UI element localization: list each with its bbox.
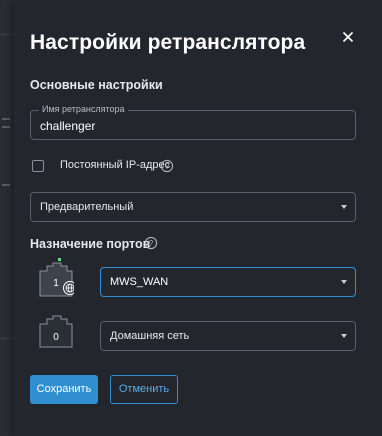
repeater-name-field[interactable]: Имя ретранслятора challenger — [30, 104, 356, 140]
repeater-name-label: Имя ретранслятора — [39, 104, 128, 114]
static-ip-checkbox[interactable] — [32, 160, 44, 172]
port-0-network-value: Домашняя сеть — [110, 330, 190, 342]
repeater-name-value[interactable]: challenger — [40, 119, 95, 133]
port-1-network-select[interactable]: MWS_WAN — [100, 267, 356, 297]
close-icon[interactable] — [338, 27, 358, 47]
static-ip-label: Постоянный IP-адрес — [60, 159, 171, 171]
help-icon[interactable]: ? — [160, 159, 174, 173]
background-app-panel — [0, 0, 14, 436]
port-number: 1 — [53, 278, 59, 289]
dialog-title: Настройки ретранслятора — [30, 31, 306, 54]
svg-text:?: ? — [149, 239, 154, 248]
port-assignment-heading: Назначение портов — [30, 237, 151, 251]
chevron-down-icon — [341, 280, 347, 284]
port-1-network-value: MWS_WAN — [110, 276, 169, 288]
ethernet-port-icon: 1 — [38, 258, 77, 297]
port-number: 0 — [53, 332, 59, 343]
chevron-down-icon — [341, 205, 347, 209]
svg-text:?: ? — [165, 162, 170, 171]
save-button[interactable]: Сохранить — [30, 375, 98, 404]
ethernet-port-icon: 0 — [38, 314, 74, 348]
port-0-network-select[interactable]: Домашняя сеть — [100, 321, 356, 351]
mode-select[interactable]: Предварительный — [30, 192, 356, 222]
cancel-button[interactable]: Отменить — [110, 375, 178, 404]
basic-settings-heading: Основные настройки — [30, 78, 163, 92]
chevron-down-icon — [341, 334, 347, 338]
repeater-settings-dialog: Настройки ретранслятора Основные настрой… — [14, 0, 382, 436]
help-icon[interactable]: ? — [144, 236, 158, 250]
mode-select-value: Предварительный — [40, 201, 134, 213]
